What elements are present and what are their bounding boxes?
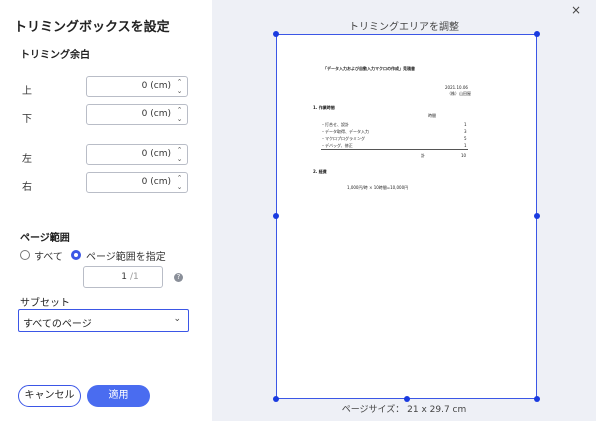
chevron-down-icon[interactable]: ⌄: [175, 115, 184, 124]
radio-specify-label: ページ範囲を指定: [86, 252, 166, 263]
margin-bottom-value: 0 (cm): [141, 109, 171, 119]
dialog-title: トリミングボックスを設定: [14, 20, 170, 35]
margin-left-value: 0 (cm): [141, 149, 171, 159]
chevron-up-icon[interactable]: ⌃: [175, 78, 184, 87]
margin-right-label: 右: [22, 182, 32, 193]
doc-company: （株）山田屋: [447, 91, 471, 96]
doc-item-hours: 3: [464, 129, 467, 134]
radio-all-label: すべて: [34, 252, 63, 263]
margin-top-stepper[interactable]: 0 (cm) ⌃ ⌄: [86, 76, 188, 97]
crop-handle-right[interactable]: [534, 213, 540, 219]
chevron-up-icon[interactable]: ⌃: [175, 106, 184, 115]
crop-handle-top-right[interactable]: [534, 31, 540, 37]
margin-section-heading: トリミング余白: [20, 50, 90, 61]
doc-heading: 「データ入力および自動入力マクロの作成」見積書: [323, 66, 415, 71]
margin-right-stepper[interactable]: 0 (cm) ⌃ ⌄: [86, 172, 188, 193]
radio-specify-range[interactable]: [71, 250, 81, 260]
margin-left-stepper[interactable]: 0 (cm) ⌃ ⌄: [86, 144, 188, 165]
subset-heading: サブセット: [20, 298, 70, 309]
doc-item-name: ・打合せ、設計: [321, 122, 349, 127]
margin-top-value: 0 (cm): [141, 81, 171, 91]
help-icon[interactable]: ?: [174, 273, 183, 282]
cancel-button[interactable]: キャンセル: [18, 385, 81, 407]
subset-selected-value: すべてのページ: [23, 319, 92, 330]
settings-panel: [0, 0, 212, 421]
margin-bottom-label: 下: [22, 114, 32, 125]
doc-time-header: 時間: [428, 113, 436, 118]
page-total-value: /1: [130, 272, 139, 282]
subset-select[interactable]: すべてのページ ⌄: [18, 309, 189, 332]
radio-all-pages[interactable]: [20, 250, 30, 260]
doc-total-value: 10: [461, 153, 467, 158]
margin-left-label: 左: [22, 154, 32, 165]
doc-section-1: 1. 作業時間: [313, 105, 335, 110]
chevron-down-icon[interactable]: ⌄: [175, 183, 184, 192]
doc-item-name: ・マクロプログラミング: [321, 136, 365, 141]
page-current-value: 1: [121, 272, 127, 282]
doc-cost: 1,000円/時 × 10時間=10,000円: [347, 185, 409, 190]
page-range-input[interactable]: 1 /1: [83, 266, 163, 288]
doc-item-name: ・データ取得、データ入力: [321, 129, 369, 134]
chevron-down-icon: ⌄: [173, 314, 181, 324]
close-icon[interactable]: ×: [571, 3, 581, 17]
page-range-heading: ページ範囲: [20, 233, 70, 244]
chevron-up-icon[interactable]: ⌃: [175, 174, 184, 183]
doc-item-hours: 1: [464, 122, 467, 127]
crop-handle-left[interactable]: [273, 213, 279, 219]
doc-date: 2021.10.06: [445, 85, 468, 90]
doc-item-hours: 5: [464, 136, 467, 141]
doc-section-2: 2. 経費: [313, 169, 327, 174]
chevron-up-icon[interactable]: ⌃: [175, 146, 184, 155]
doc-item-hours: 1: [464, 143, 467, 148]
margin-top-label: 上: [22, 86, 32, 97]
doc-total-rule: [321, 149, 468, 150]
crop-handle-top-left[interactable]: [273, 31, 279, 37]
margin-right-value: 0 (cm): [141, 177, 171, 187]
chevron-down-icon[interactable]: ⌄: [175, 87, 184, 96]
page-preview[interactable]: 「データ入力および自動入力マクロの作成」見積書 2021.10.06 （株）山田…: [276, 34, 537, 399]
doc-total-label: 計: [421, 153, 425, 158]
page-size-label: ページサイズ： 21 x 29.7 cm: [341, 405, 467, 415]
apply-button[interactable]: 適用: [87, 385, 150, 407]
chevron-down-icon[interactable]: ⌄: [175, 155, 184, 164]
margin-bottom-stepper[interactable]: 0 (cm) ⌃ ⌄: [86, 104, 188, 125]
